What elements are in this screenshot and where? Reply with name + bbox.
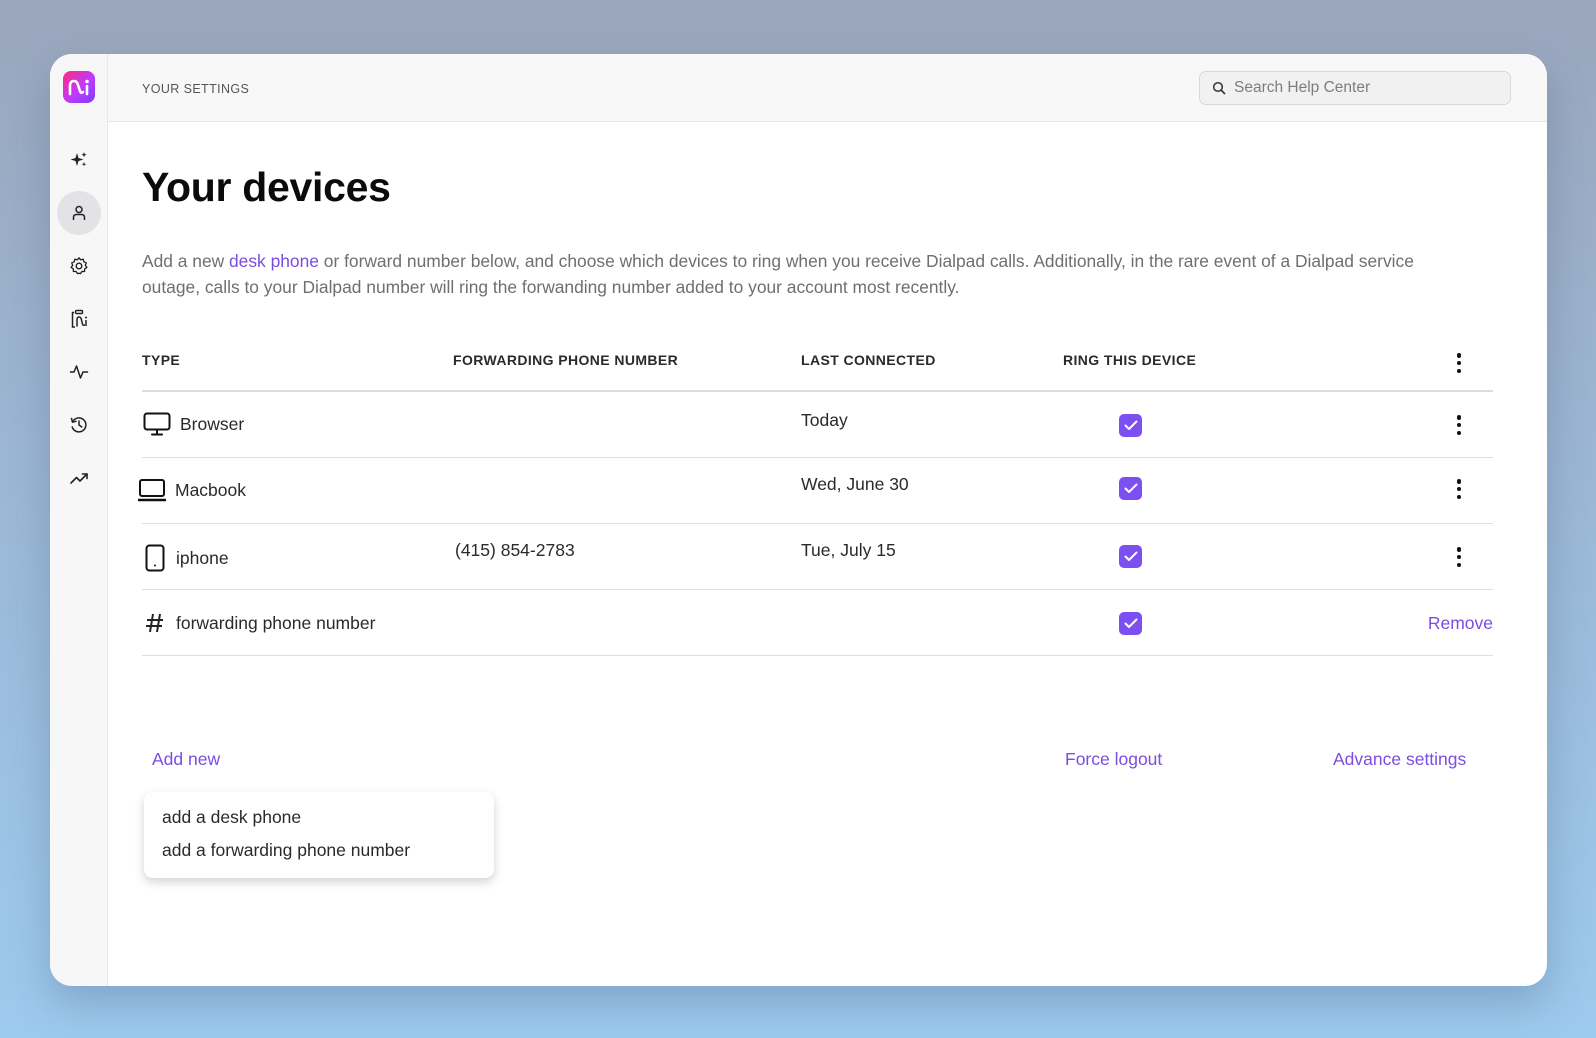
last-connected: Wed, June 30 [801,474,909,494]
last-connected: Today [801,410,848,430]
smartphone-icon [142,544,168,572]
column-header-type: TYPE [142,352,181,368]
dot [1456,494,1462,499]
dot [1456,486,1462,492]
device-name: Browser [180,413,245,434]
table-row: Browser Today [142,392,1493,458]
sidebar-item-profile[interactable] [57,191,101,235]
dot [1456,430,1462,435]
description-text-end: or forward number below, and choose whic… [142,251,1414,297]
row-more-menu-button[interactable] [1451,476,1467,502]
forwarding-number: (415) 854-2783 [455,540,575,560]
dot [1456,547,1462,552]
device-type-cell: forwarding phone number [142,612,375,634]
device-name: forwarding phone number [176,612,376,633]
breadcrumb: YOUR SETTINGS [142,82,250,96]
user-icon [72,205,86,220]
search-input[interactable] [1234,79,1510,97]
device-name: Macbook [175,479,247,500]
row-more-menu-button[interactable] [1451,544,1467,570]
hash-icon [142,612,168,634]
checkmark-icon [1124,551,1137,561]
sidebar-item-ai-clipboard[interactable] [57,297,101,341]
desk-phone-link[interactable]: desk phone [229,251,319,271]
device-type-cell: Macbook [137,478,246,502]
menu-item-add-forwarding-number[interactable]: add a forwarding phone number [144,839,494,872]
search-icon [1212,81,1226,95]
sidebar-item-activity[interactable] [57,350,101,394]
add-new-button[interactable]: Add new [152,749,220,770]
add-new-menu: add a desk phone add a forwarding phone … [144,792,494,878]
laptop-icon [137,478,167,502]
ring-device-checkbox[interactable] [1119,545,1142,568]
row-more-menu-button[interactable] [1451,412,1467,438]
force-logout-button[interactable]: Force logout [1065,749,1162,770]
advance-settings-button[interactable]: Advance settings [1333,749,1466,770]
sidebar [50,54,108,986]
history-icon [70,417,87,433]
checkmark-icon [1124,618,1137,628]
page-title: Your devices [142,164,391,210]
sidebar-item-history[interactable] [57,403,101,447]
search-box[interactable] [1199,71,1511,105]
top-bar: YOUR SETTINGS [108,54,1547,122]
dot [1456,554,1462,560]
column-header-ring-device: RING THIS DEVICE [1063,352,1197,368]
clipboard-ai-icon [71,309,87,328]
app-logo[interactable] [63,71,95,103]
trend-up-icon [70,473,88,484]
monitor-icon [142,412,172,436]
dot [1456,562,1462,567]
dot [1456,368,1462,373]
device-name: iphone [176,547,229,568]
remove-button[interactable]: Remove [1428,613,1493,634]
page-description: Add a new desk phone or forward number b… [142,248,1472,300]
pulse-icon [69,365,89,379]
sparkle-icon [70,152,87,167]
dot [1456,415,1462,420]
app-window: YOUR SETTINGS Your devices Add a new des… [50,54,1547,986]
header-more-menu-button[interactable] [1451,350,1467,376]
ring-device-checkbox[interactable] [1119,612,1142,635]
table-header: TYPE FORWARDING PHONE NUMBER LAST CONNEC… [142,338,1493,392]
device-type-cell: Browser [142,412,244,436]
sidebar-item-analytics[interactable] [57,456,101,500]
ring-device-checkbox[interactable] [1119,477,1142,500]
dot [1456,353,1462,358]
gear-icon [70,257,88,275]
checkmark-icon [1124,483,1137,493]
sidebar-item-ai-sparkle[interactable] [57,138,101,182]
description-text-start: Add a new [142,251,230,271]
sidebar-item-settings[interactable] [57,244,101,288]
menu-item-add-desk-phone[interactable]: add a desk phone [144,806,494,839]
dot [1456,360,1462,366]
table-row: Macbook Wed, June 30 [138,458,1493,524]
main-content: Your devices Add a new desk phone or for… [138,122,1495,986]
last-connected: Tue, July 15 [801,540,896,560]
devices-table: TYPE FORWARDING PHONE NUMBER LAST CONNEC… [138,338,1493,656]
column-header-forwarding-number: FORWARDING PHONE NUMBER [453,352,679,368]
ring-device-checkbox[interactable] [1119,414,1142,437]
device-type-cell: iphone [142,544,229,572]
logo-glyph-icon [68,79,89,96]
table-row: forwarding phone number Remove [142,590,1493,656]
dot [1456,479,1462,484]
dot [1456,422,1462,428]
column-header-last-connected: LAST CONNECTED [801,352,936,368]
checkmark-icon [1124,420,1137,430]
table-row: iphone (415) 854-2783 Tue, July 15 [142,524,1493,590]
